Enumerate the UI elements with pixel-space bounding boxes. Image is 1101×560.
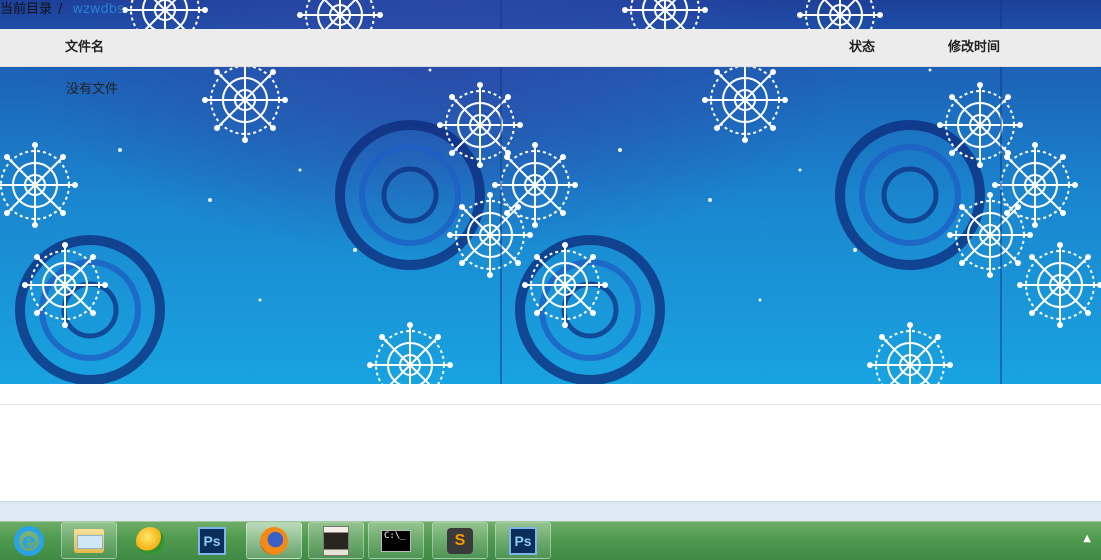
taskbar-item-file-explorer[interactable] [61,522,117,559]
firefox-icon [260,526,288,555]
taskbar-item-firefox[interactable] [246,522,302,559]
photoshop-icon: Ps [509,526,537,555]
breadcrumb-root-label: 当前目录 [0,2,53,17]
browser-status-strip [0,501,1101,522]
photo-viewer-icon [323,525,349,556]
photoshop-icon: Ps [198,526,226,555]
green-app-icon [136,526,164,555]
file-explorer-icon [74,528,104,553]
breadcrumb: 当前目录 / wzwdbs [0,0,124,20]
breadcrumb-separator: / [58,2,63,17]
taskbar-item-internet-explorer[interactable]: e [4,522,54,559]
command-prompt-icon: C:\_ [381,529,411,552]
sublime-text-icon: S [447,527,473,554]
taskbar-item-sublime-text[interactable]: S [432,522,488,559]
taskbar-item-photoshop-1[interactable]: Ps [187,522,237,559]
breadcrumb-current-link[interactable]: wzwdbs [72,2,123,17]
taskbar-item-photoshop-2[interactable]: Ps [495,522,551,559]
taskbar-item-photo-viewer[interactable] [308,522,364,559]
internet-explorer-icon: e [14,525,44,556]
content-divider [0,404,1101,405]
column-header-modified-time[interactable]: 修改时间 [948,29,1000,67]
taskbar-item-command-prompt[interactable]: C:\_ [368,522,424,559]
column-header-filename[interactable]: 文件名 [65,29,104,67]
empty-list-message: 没有文件 [66,82,119,97]
taskbar-item-green-app[interactable] [125,522,175,559]
tray-expand-arrow-icon[interactable]: ▲ [1083,533,1091,544]
windows-taskbar: e Ps C:\_ S Ps ▲ [0,521,1101,560]
file-table-header: 文件名 状态 修改时间 [0,29,1101,67]
column-header-status[interactable]: 状态 [849,29,875,67]
